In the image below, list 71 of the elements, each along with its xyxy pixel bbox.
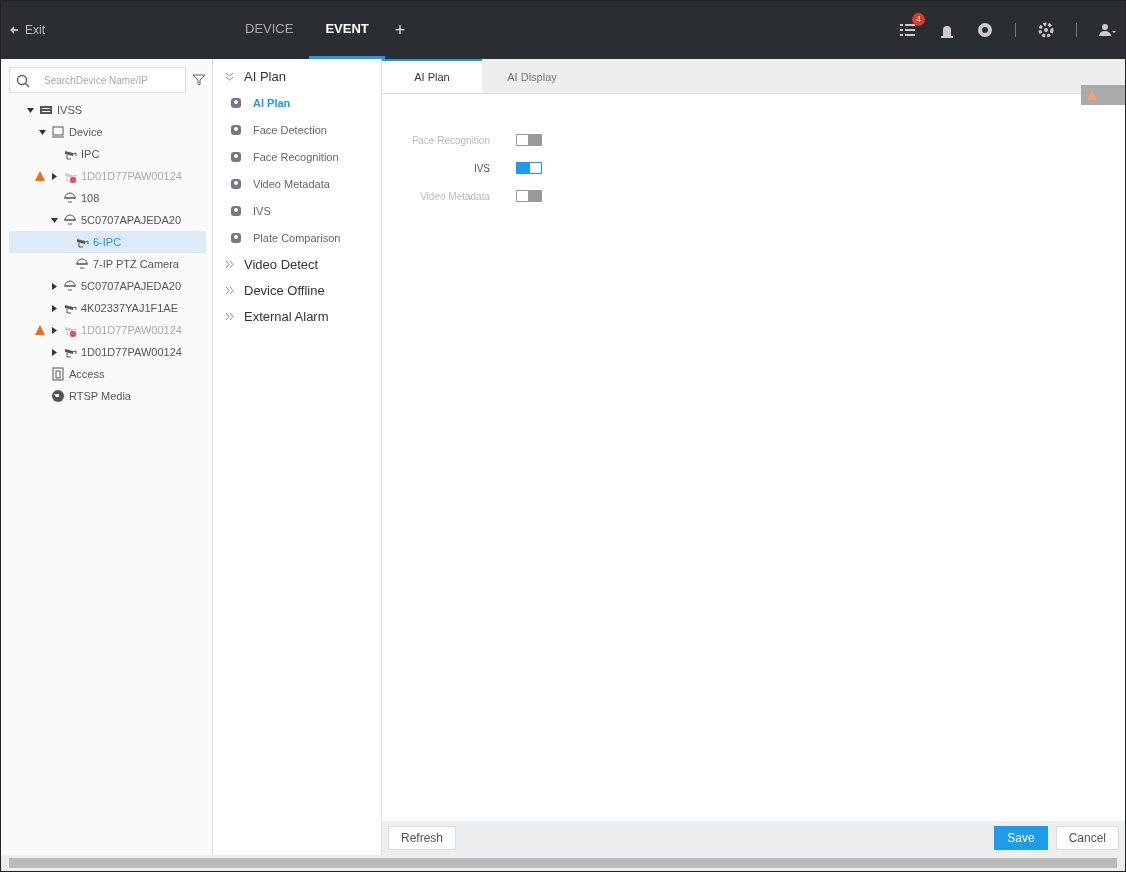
tree-item[interactable]: 7-IP PTZ Camera bbox=[9, 253, 206, 275]
tree-item-label: 1D01D77PAW00124 bbox=[81, 324, 182, 336]
dome-camera-icon bbox=[75, 257, 89, 271]
warning-icon bbox=[34, 170, 46, 182]
list-icon bbox=[899, 21, 917, 39]
tree-item[interactable]: RTSP Media bbox=[9, 385, 206, 407]
warning-icon bbox=[34, 324, 46, 336]
toggle-label: Face Recognition bbox=[411, 134, 490, 146]
exit-button[interactable]: Exit bbox=[9, 23, 229, 37]
tree-item-label: 1D01D77PAW00124 bbox=[81, 346, 182, 358]
search-field[interactable]: SearchDevice Name/IP bbox=[9, 67, 186, 93]
tree-item[interactable]: IPC bbox=[9, 143, 206, 165]
horizontal-scrollbar[interactable] bbox=[1, 855, 1125, 871]
toggle-label: Video Metadata bbox=[419, 190, 490, 202]
caret-right-icon[interactable] bbox=[51, 304, 58, 312]
tree-item-label: 6-IPC bbox=[93, 236, 122, 248]
tree-item-label: 5C0707APAJEDA20 bbox=[81, 280, 182, 292]
server-icon bbox=[39, 103, 53, 117]
dome-camera-icon bbox=[63, 279, 77, 293]
tab[interactable]: AI Plan bbox=[382, 59, 482, 93]
menu-item[interactable]: Plate Comparison bbox=[213, 224, 381, 251]
cancel-button[interactable]: Cancel bbox=[1055, 826, 1119, 850]
notification-badge: 4 bbox=[912, 13, 925, 26]
tree-item[interactable]: 5C0707APAJEDA20 bbox=[9, 209, 206, 231]
tree-item[interactable]: Device bbox=[9, 121, 206, 143]
dome-camera-icon bbox=[63, 213, 77, 227]
tree-item[interactable]: 5C0707APAJEDA20 bbox=[9, 275, 206, 297]
tree-item-label: IVSS bbox=[57, 104, 83, 116]
menu-item[interactable]: IVS bbox=[213, 197, 381, 224]
aperture-icon bbox=[977, 22, 993, 38]
menu-item[interactable]: Face Detection bbox=[213, 116, 381, 143]
tree-item[interactable]: Access bbox=[9, 363, 206, 385]
tree-item-label: IPC bbox=[81, 148, 100, 160]
filter-icon bbox=[192, 73, 206, 87]
tree-item-label: RTSP Media bbox=[69, 390, 131, 402]
caret-down-icon[interactable] bbox=[27, 106, 34, 114]
caret-right-icon[interactable] bbox=[51, 326, 58, 334]
caret-right-icon[interactable] bbox=[51, 172, 58, 180]
tree-item-label: 5C0707APAJEDA20 bbox=[81, 214, 182, 226]
refresh-button[interactable]: Refresh bbox=[388, 826, 457, 850]
device-icon bbox=[51, 125, 65, 139]
dome-camera-icon bbox=[63, 191, 77, 205]
tree-item[interactable]: 4K02337YAJ1F1AE bbox=[9, 297, 206, 319]
nav-tab[interactable]: DEVICE bbox=[229, 1, 310, 59]
tree-item-label: Device bbox=[69, 126, 103, 138]
caret-down-icon[interactable] bbox=[51, 216, 58, 224]
add-tab-button[interactable]: + bbox=[384, 19, 416, 41]
back-arrow-icon bbox=[9, 25, 19, 35]
search-icon bbox=[16, 74, 30, 88]
door-icon bbox=[51, 367, 65, 381]
tree-item-label: 1D01D77PAW00124 bbox=[81, 170, 182, 182]
user-icon bbox=[1099, 22, 1117, 38]
caret-right-icon[interactable] bbox=[51, 282, 58, 290]
tree-item-label: 7-IP PTZ Camera bbox=[93, 258, 179, 270]
tree-item[interactable]: 1D01D77PAW00124 bbox=[9, 341, 206, 363]
nav-tab[interactable]: EVENT bbox=[309, 1, 385, 59]
menu-item[interactable]: Face Recognition bbox=[213, 143, 381, 170]
tree-item-label: 4K02337YAJ1F1AE bbox=[81, 302, 179, 314]
caret-right-icon[interactable] bbox=[51, 348, 58, 356]
tree-item-label: 108 bbox=[81, 192, 100, 204]
menu-item[interactable]: Video Metadata bbox=[213, 170, 381, 197]
caret-down-icon[interactable] bbox=[39, 128, 46, 136]
toggle-switch[interactable] bbox=[516, 162, 542, 174]
tab[interactable]: AI Display bbox=[482, 59, 582, 93]
tree-item[interactable]: 108 bbox=[9, 187, 206, 209]
tree-item-label: Access bbox=[69, 368, 105, 380]
settings-icon bbox=[1038, 22, 1054, 38]
toggle-label: IVS bbox=[472, 162, 490, 174]
tree-item[interactable]: IVSS bbox=[9, 99, 206, 121]
warning-icon bbox=[1087, 90, 1097, 100]
globe-icon bbox=[51, 389, 65, 403]
